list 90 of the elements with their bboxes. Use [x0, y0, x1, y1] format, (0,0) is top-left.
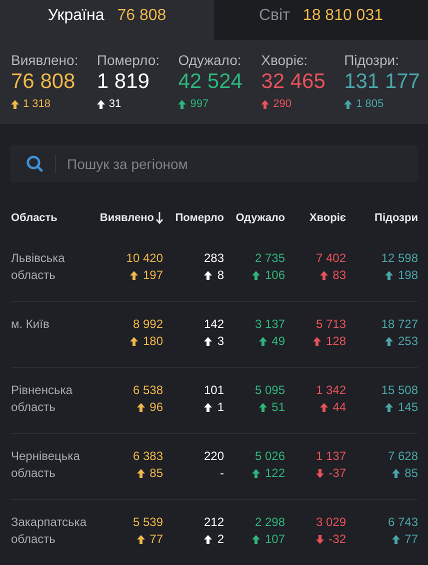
stat-value: 42 524 — [178, 70, 242, 94]
up-arrow-icon — [261, 100, 270, 108]
case-delta: 106 — [264, 267, 285, 284]
case-count: 220 — [204, 448, 224, 465]
case-delta: 8 — [217, 267, 224, 284]
up-arrow-icon — [11, 100, 19, 108]
case-count: 142 — [204, 316, 224, 333]
case-delta: 83 — [332, 267, 346, 284]
stat-value: 32 465 — [261, 70, 326, 94]
tab-label: Україна — [48, 7, 104, 25]
case-count: 18 727 — [381, 316, 418, 333]
case-count: 6 538 — [132, 382, 163, 399]
case-count: 5 095 — [254, 382, 285, 399]
case-count: 8 992 — [132, 316, 163, 333]
case-count: 12 598 — [381, 250, 418, 267]
stat-delta: 290 — [273, 98, 292, 110]
stat-delta: 31 — [108, 98, 122, 110]
case-delta: 253 — [398, 333, 418, 350]
column-header[interactable]: Хворіє — [285, 182, 346, 236]
up-arrow-icon — [96, 100, 105, 108]
up-arrow-icon — [178, 100, 186, 108]
column-header[interactable]: Померло — [163, 182, 224, 236]
case-count: 7 628 — [388, 448, 418, 465]
case-delta: - — [220, 465, 224, 482]
stat-value: 76 808 — [11, 70, 76, 94]
case-count: 7 402 — [316, 250, 346, 267]
case-count: 2 735 — [254, 250, 285, 267]
case-count: 3 137 — [254, 316, 285, 333]
search-input[interactable]: Пошук за регіоном — [67, 156, 418, 172]
region-name: Львівська область — [11, 250, 66, 284]
case-count: 10 420 — [126, 250, 163, 267]
case-count: 15 508 — [381, 382, 418, 399]
case-delta: 96 — [150, 399, 163, 416]
region-name: м. Київ — [11, 316, 50, 333]
case-count: 1 342 — [316, 382, 346, 399]
column-header[interactable]: Одужало — [224, 182, 285, 236]
case-delta: -32 — [328, 531, 346, 548]
case-count: 283 — [204, 250, 224, 267]
case-count: 3 029 — [316, 514, 346, 531]
case-delta: 3 — [217, 333, 224, 350]
case-delta: 49 — [272, 333, 285, 350]
case-delta: 51 — [272, 399, 285, 416]
case-delta: 2 — [217, 531, 224, 548]
region-tab[interactable]: Світ 18 810 031 — [214, 0, 428, 40]
stat-delta: 997 — [190, 98, 209, 110]
case-delta: 197 — [142, 267, 163, 284]
case-delta: 77 — [150, 531, 163, 548]
case-delta: 122 — [264, 465, 285, 482]
stat-delta: 1 318 — [23, 98, 51, 110]
case-count: 6 743 — [388, 514, 418, 531]
tab-count: 76 808 — [117, 7, 166, 25]
case-count: 5 713 — [316, 316, 346, 333]
column-header[interactable]: Область — [11, 182, 97, 236]
case-delta: 77 — [404, 531, 418, 548]
case-count: 1 137 — [316, 448, 346, 465]
search-field[interactable]: Пошук за регіоном — [10, 145, 418, 182]
stat-label: Виявлено: — [11, 52, 78, 68]
stat-label: Хворіє: — [261, 52, 308, 68]
case-delta: 85 — [404, 465, 418, 482]
region-name: Закарпатська область — [11, 514, 88, 548]
sort-arrow-icon — [156, 212, 163, 224]
case-count: 5 026 — [254, 448, 285, 465]
case-delta: -37 — [328, 465, 346, 482]
up-arrow-icon — [344, 100, 352, 108]
case-delta: 1 — [217, 399, 224, 416]
tab-count: 18 810 031 — [302, 7, 383, 25]
column-header[interactable]: Виявлено — [97, 182, 163, 236]
tab-label: Світ — [258, 7, 290, 25]
search-icon — [26, 155, 43, 172]
case-count: 212 — [204, 514, 224, 531]
column-header[interactable]: Підозри — [346, 182, 418, 236]
case-count: 101 — [204, 382, 224, 399]
stat-value: 1 819 — [96, 70, 150, 94]
case-delta: 128 — [326, 333, 346, 350]
region-name: Чернівецька область — [11, 448, 81, 482]
case-delta: 145 — [398, 399, 418, 416]
stat-label: Померло: — [96, 52, 160, 68]
case-delta: 180 — [142, 333, 163, 350]
case-count: 5 539 — [132, 514, 163, 531]
stat-label: Підозри: — [344, 52, 400, 68]
case-delta: 198 — [398, 267, 418, 284]
stat-delta: 1 805 — [356, 98, 384, 110]
stat-label: Одужало: — [178, 52, 242, 68]
case-delta: 44 — [332, 399, 346, 416]
case-count: 2 298 — [254, 514, 285, 531]
case-delta: 107 — [264, 531, 285, 548]
region-name: Рівненська область — [11, 382, 74, 416]
stat-value: 131 177 — [344, 70, 420, 94]
case-count: 6 383 — [132, 448, 163, 465]
case-delta: 85 — [150, 465, 163, 482]
